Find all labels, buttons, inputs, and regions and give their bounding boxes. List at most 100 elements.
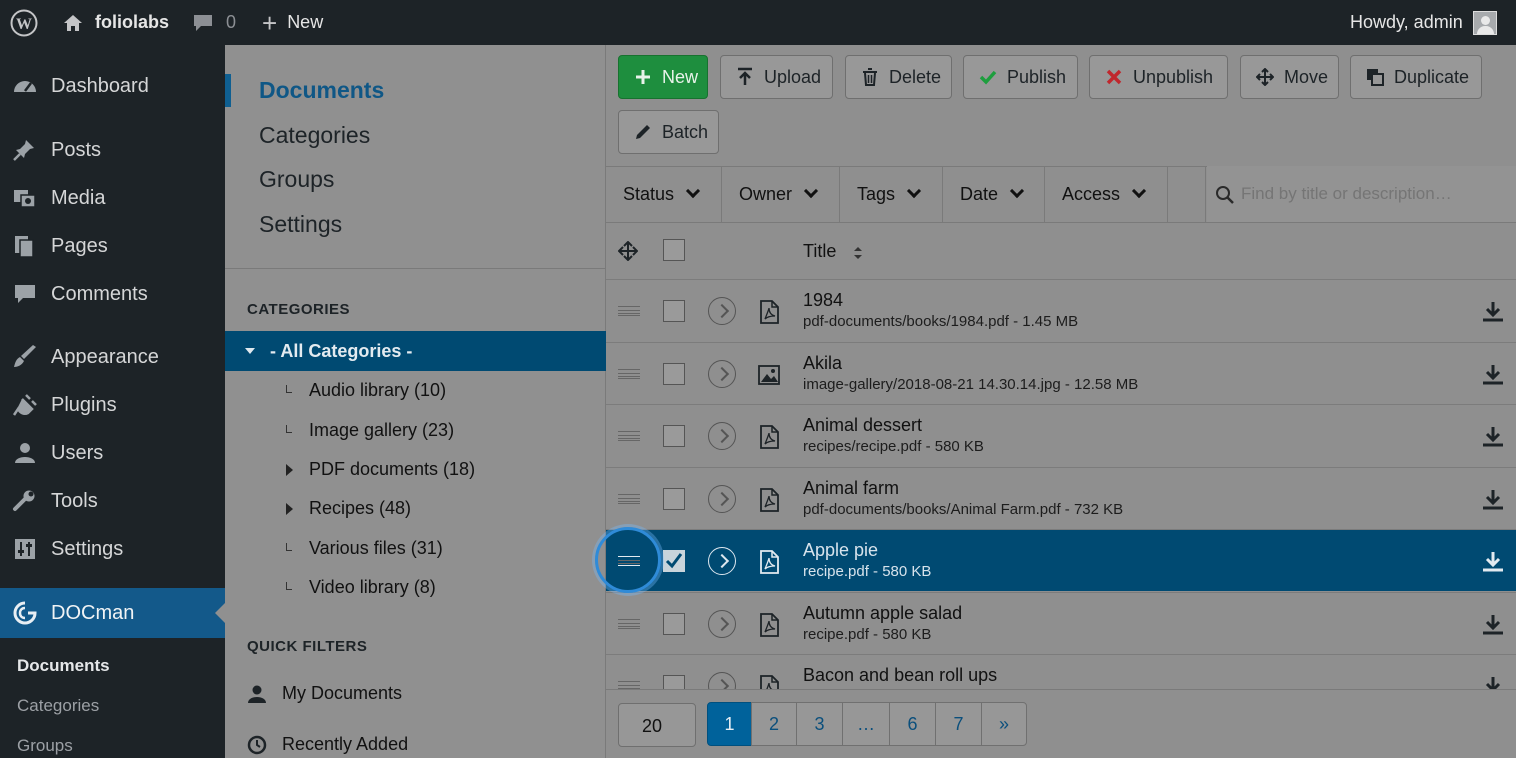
category-recipes[interactable]: Recipes (48) — [309, 498, 411, 519]
document-title[interactable]: Bacon and bean roll ups — [803, 665, 997, 686]
drag-handle-icon[interactable] — [618, 306, 640, 316]
quick-filter-my-documents[interactable]: My Documents — [247, 683, 402, 704]
search-input[interactable] — [1241, 180, 1511, 208]
menu-plugins[interactable]: Plugins — [0, 383, 225, 427]
filter-status[interactable]: Status — [606, 166, 722, 222]
table-row[interactable]: Animal dessert recipes/recipe.pdf - 580 … — [606, 404, 1516, 466]
row-checkbox[interactable] — [663, 300, 685, 322]
publish-button[interactable]: Publish — [963, 55, 1078, 99]
svg-text:W: W — [16, 16, 32, 33]
chevron-right-circle-icon[interactable] — [708, 359, 736, 388]
filter-date[interactable]: Date — [943, 166, 1045, 222]
menu-appearance[interactable]: Appearance — [0, 335, 225, 379]
row-checkbox[interactable] — [663, 550, 685, 572]
move-button[interactable]: Move — [1240, 55, 1339, 99]
row-checkbox[interactable] — [663, 612, 685, 635]
category-various-files[interactable]: Various files (31) — [309, 538, 443, 559]
document-title[interactable]: Animal farm — [803, 478, 899, 499]
move-arrows-icon[interactable] — [618, 241, 638, 261]
duplicate-button[interactable]: Duplicate — [1350, 55, 1482, 99]
menu-pages[interactable]: Pages — [0, 224, 225, 268]
drag-handle-icon[interactable] — [618, 493, 640, 504]
pagination-page-2[interactable]: 2 — [751, 702, 797, 746]
drag-handle-icon[interactable] — [618, 618, 640, 629]
document-title[interactable]: Akila — [803, 353, 842, 374]
filter-access[interactable]: Access — [1045, 166, 1168, 222]
nav-documents[interactable]: Documents — [259, 77, 384, 104]
site-link[interactable]: foliolabs — [62, 0, 169, 45]
table-row[interactable]: Animal farm pdf-documents/books/Animal F… — [606, 466, 1516, 529]
pagination-page-7[interactable]: 7 — [935, 702, 982, 746]
pagination-next[interactable]: » — [981, 702, 1027, 746]
drag-handle-icon[interactable] — [618, 431, 640, 441]
document-title[interactable]: 1984 — [803, 290, 843, 311]
chevron-right-circle-icon[interactable] — [708, 297, 736, 325]
comments-link[interactable]: 0 — [192, 0, 236, 45]
menu-tools[interactable]: Tools — [0, 479, 225, 523]
chevron-right-circle-icon[interactable] — [708, 547, 736, 575]
new-button-label: New — [662, 66, 699, 87]
pagination-page-3[interactable]: 3 — [796, 702, 843, 746]
quick-filter-recently-added[interactable]: Recently Added — [247, 734, 408, 755]
document-title[interactable]: Animal dessert — [803, 415, 922, 436]
category-image-gallery[interactable]: Image gallery (23) — [309, 420, 454, 441]
wordpress-logo-icon[interactable]: W — [10, 0, 40, 45]
row-checkbox[interactable] — [663, 362, 685, 385]
row-checkbox[interactable] — [663, 487, 685, 510]
account-menu[interactable]: Howdy, admin — [1350, 0, 1497, 45]
title-column-header[interactable]: Title — [803, 241, 836, 262]
download-icon[interactable] — [1481, 424, 1505, 448]
limit-select[interactable]: 20 — [618, 703, 696, 747]
category-audio-library[interactable]: Audio library (10) — [309, 380, 446, 401]
submenu-categories[interactable]: Categories — [17, 696, 99, 716]
nav-categories[interactable]: Categories — [259, 122, 370, 149]
document-title[interactable]: Apple pie — [803, 540, 878, 561]
pagination-page-1[interactable]: 1 — [707, 702, 752, 746]
menu-docman[interactable]: DOCman — [0, 588, 225, 638]
row-checkbox[interactable] — [663, 425, 685, 447]
filter-owner[interactable]: Owner — [722, 166, 840, 222]
download-icon[interactable] — [1481, 549, 1505, 573]
nav-groups[interactable]: Groups — [259, 166, 334, 193]
pdf-file-icon — [758, 425, 780, 449]
download-icon[interactable] — [1481, 299, 1505, 323]
download-icon[interactable] — [1481, 487, 1505, 511]
menu-posts[interactable]: Posts — [0, 128, 225, 172]
nav-settings[interactable]: Settings — [259, 211, 342, 238]
select-all-checkbox[interactable] — [663, 239, 685, 261]
table-row[interactable]: 1984 pdf-documents/books/1984.pdf - 1.45… — [606, 279, 1516, 341]
menu-comments[interactable]: Comments — [0, 272, 225, 316]
drag-handle-icon[interactable] — [618, 368, 640, 379]
batch-button[interactable]: Batch — [618, 110, 719, 154]
menu-media[interactable]: Media — [0, 176, 225, 220]
table-row[interactable]: Akila image-gallery/2018-08-21 14.30.14.… — [606, 341, 1516, 404]
new-content-link[interactable]: + New — [262, 0, 323, 45]
unpublish-button[interactable]: Unpublish — [1089, 55, 1228, 99]
menu-users[interactable]: Users — [0, 431, 225, 475]
category-pdf-documents[interactable]: PDF documents (18) — [309, 459, 475, 480]
new-button[interactable]: New — [618, 55, 708, 99]
menu-dashboard[interactable]: Dashboard — [0, 64, 225, 108]
chevron-right-circle-icon[interactable] — [708, 484, 736, 513]
pagination-page-6[interactable]: 6 — [889, 702, 936, 746]
caret-right-icon[interactable] — [286, 503, 293, 515]
category-video-library[interactable]: Video library (8) — [309, 577, 436, 598]
chevron-right-circle-icon[interactable] — [708, 609, 736, 638]
download-icon[interactable] — [1481, 362, 1505, 386]
trash-icon — [860, 67, 880, 87]
table-row[interactable]: Autumn apple salad recipe.pdf - 580 KB — [606, 591, 1516, 654]
submenu-documents[interactable]: Documents — [17, 656, 110, 676]
filter-tags[interactable]: Tags — [840, 166, 943, 222]
menu-settings[interactable]: Settings — [0, 527, 225, 571]
upload-button[interactable]: Upload — [720, 55, 833, 99]
sort-icon[interactable] — [852, 245, 864, 261]
search-box[interactable] — [1207, 166, 1516, 222]
caret-right-icon[interactable] — [286, 464, 293, 476]
delete-button[interactable]: Delete — [845, 55, 952, 99]
category-all[interactable]: - All Categories - — [225, 331, 606, 371]
download-icon[interactable] — [1481, 612, 1505, 636]
table-row[interactable]: Apple pie recipe.pdf - 580 KB — [606, 529, 1516, 591]
chevron-right-circle-icon[interactable] — [708, 422, 736, 450]
submenu-groups[interactable]: Groups — [17, 736, 73, 756]
document-title[interactable]: Autumn apple salad — [803, 603, 962, 624]
